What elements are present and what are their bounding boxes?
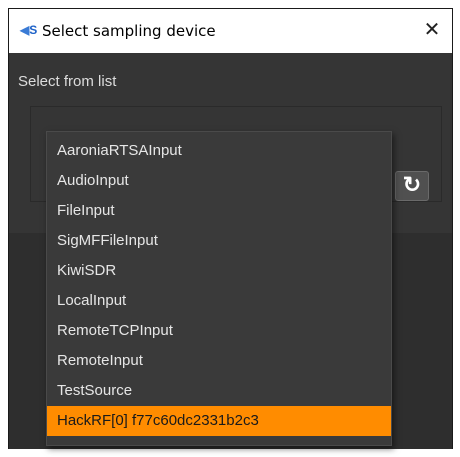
window-title: Select sampling device bbox=[42, 22, 216, 40]
app-icon: ◀S bbox=[20, 23, 38, 37]
title-bar: ◀S Select sampling device ✕ bbox=[9, 9, 452, 53]
refresh-button[interactable]: ↻ bbox=[395, 171, 429, 201]
refresh-icon: ↻ bbox=[402, 172, 422, 197]
dropdown-option[interactable]: LocalInput bbox=[47, 286, 391, 316]
dialog-window: ◀S Select sampling device ✕ Select from … bbox=[8, 8, 453, 449]
group-label: Select from list bbox=[18, 73, 117, 90]
dropdown-option[interactable]: SigMFFileInput bbox=[47, 226, 391, 256]
device-dropdown-list[interactable]: AaroniaRTSAInput AudioInput FileInput Si… bbox=[46, 131, 392, 446]
dropdown-option[interactable]: RemoteInput bbox=[47, 346, 391, 376]
dropdown-option[interactable]: AudioInput bbox=[47, 166, 391, 196]
dropdown-option[interactable]: FileInput bbox=[47, 196, 391, 226]
dropdown-option[interactable]: AaroniaRTSAInput bbox=[47, 136, 391, 166]
dropdown-option[interactable]: KiwiSDR bbox=[47, 256, 391, 286]
dropdown-option[interactable]: RemoteTCPInput bbox=[47, 316, 391, 346]
dropdown-option[interactable]: TestSource bbox=[47, 376, 391, 406]
dropdown-option-selected[interactable]: HackRF[0] f77c60dc2331b2c3 bbox=[47, 406, 391, 436]
close-button[interactable]: ✕ bbox=[418, 16, 446, 44]
